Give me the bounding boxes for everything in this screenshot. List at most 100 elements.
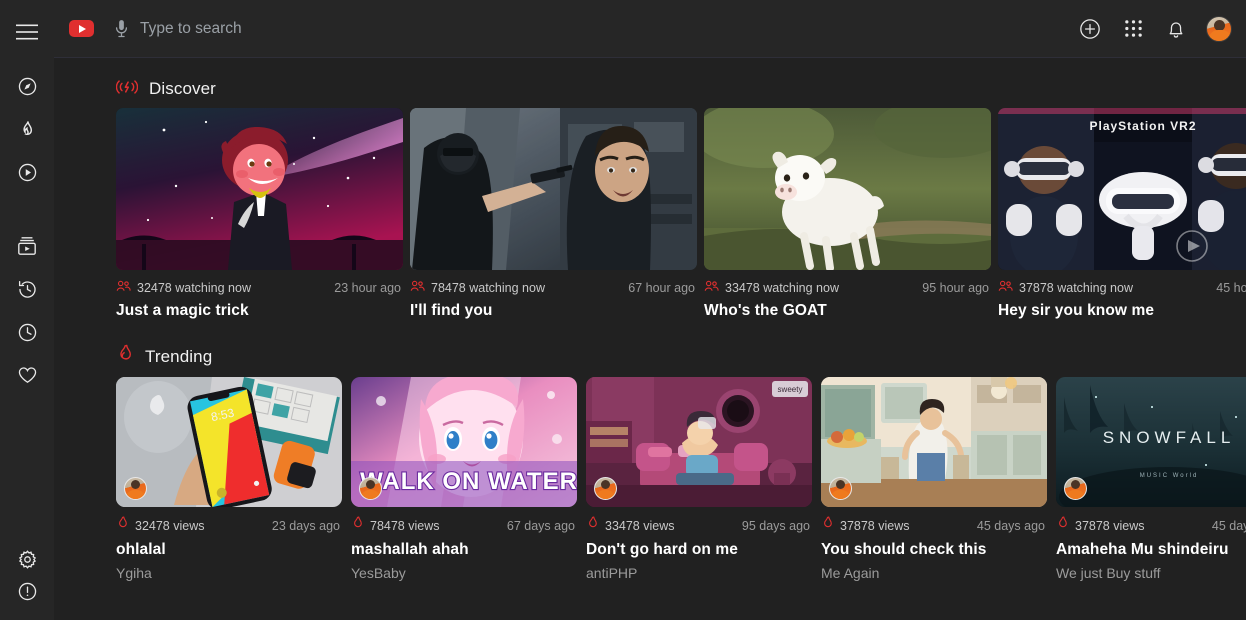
trending-card-channel[interactable]: We just Buy stuff	[1056, 565, 1246, 581]
microphone-icon[interactable]	[110, 17, 132, 41]
header-actions	[1077, 15, 1232, 42]
discover-card-meta: 32478 watching now 23 hour ago	[116, 279, 403, 297]
svg-text:WALK ON WATER: WALK ON WATER	[360, 468, 577, 495]
trending-card-views: 78478 views	[370, 519, 440, 533]
trending-card-title[interactable]: Don't go hard on me	[586, 541, 812, 559]
people-icon	[410, 279, 425, 297]
trending-card[interactable]: SNOWFALL MUSIC World 37878 views 45 da A…	[1056, 377, 1246, 581]
bell-icon[interactable]	[1163, 16, 1189, 42]
play-circle-icon	[17, 162, 38, 183]
trending-card-views: 33478 views	[605, 519, 675, 533]
discover-card-time: 67 hour ago	[628, 281, 695, 295]
heart-icon	[17, 365, 38, 385]
flame-icon	[116, 516, 129, 536]
trending-card[interactable]: 37878 views 45 days ago You should check…	[821, 377, 1047, 581]
discover-card-title[interactable]: Hey sir you know me	[998, 302, 1246, 320]
discover-card-meta: 78478 watching now 67 hour ago	[410, 279, 697, 297]
trending-card-time: 45 days ago	[976, 519, 1045, 533]
trending-card[interactable]: WALK ON WATER 78478 views 67 days ago ma…	[351, 377, 577, 581]
hamburger-menu-icon	[16, 24, 38, 45]
search-input[interactable]	[140, 17, 560, 40]
sidebar-item-history[interactable]	[0, 273, 54, 305]
discover-card-title[interactable]: I'll find you	[410, 302, 697, 320]
avatar[interactable]	[1206, 15, 1232, 42]
trending-card-meta: 78478 views 67 days ago	[351, 516, 577, 536]
trending-card-time: 23 days ago	[271, 519, 340, 533]
main-content[interactable]: Discover 32478 watching now 23 hour ago …	[54, 58, 1246, 620]
youtube-logo-icon[interactable]	[66, 18, 96, 40]
channel-avatar[interactable]	[1064, 477, 1087, 500]
flame-icon	[586, 516, 599, 536]
discover-card[interactable]: 33478 watching now 95 hour ago Who's the…	[704, 108, 991, 320]
app-root: Discover	[0, 0, 1246, 620]
trending-card-time: 45 days ago	[1211, 519, 1246, 533]
discover-thumbnail[interactable]	[116, 108, 403, 270]
sidebar-item-settings[interactable]	[0, 543, 54, 575]
discover-thumbnail[interactable]	[704, 108, 991, 270]
trending-card-channel[interactable]: YesBaby	[351, 565, 577, 581]
discover-thumbnail[interactable]	[410, 108, 697, 270]
svg-text:PlayStation VR2: PlayStation VR2	[1089, 119, 1196, 133]
trending-thumbnail[interactable]	[821, 377, 1047, 507]
gear-icon	[17, 549, 38, 570]
sidebar-item-trending[interactable]	[0, 113, 54, 145]
trending-row: 8:53 32478 views 23 days ago ohlalal Ygi…	[116, 377, 1246, 581]
channel-avatar[interactable]	[594, 477, 617, 500]
search-bar	[110, 17, 1077, 41]
sidebar-item-explore[interactable]	[0, 70, 54, 102]
exclamation-circle-icon	[17, 581, 38, 602]
channel-avatar[interactable]	[829, 477, 852, 500]
trending-card-meta: 32478 views 23 days ago	[116, 516, 342, 536]
sidebar-item-liked[interactable]	[0, 359, 54, 391]
discover-card[interactable]: PlayStation VR2 37878 watching now 45 ho…	[998, 108, 1246, 320]
trending-card-title[interactable]: You should check this	[821, 541, 1047, 559]
trending-card[interactable]: 8:53 32478 views 23 days ago ohlalal Ygi…	[116, 377, 342, 581]
discover-card[interactable]: 78478 watching now 67 hour ago I'll find…	[410, 108, 697, 320]
flame-icon	[18, 118, 37, 140]
svg-text:sweety: sweety	[778, 385, 803, 394]
people-icon	[998, 279, 1013, 297]
trending-card-title[interactable]: Amaheha Mu shindeiru	[1056, 541, 1246, 559]
svg-text:SNOWFALL: SNOWFALL	[1103, 428, 1236, 447]
trending-card[interactable]: sweety 33478 views 95 days ago Don't go …	[586, 377, 812, 581]
discover-thumbnail[interactable]: PlayStation VR2	[998, 108, 1246, 270]
discover-card-meta: 37878 watching now 45 hour ago	[998, 279, 1246, 297]
discover-card-views: 33478 watching now	[725, 281, 839, 295]
people-icon	[116, 279, 131, 297]
sidebar-item-shorts[interactable]	[0, 156, 54, 188]
trending-thumbnail[interactable]: WALK ON WATER	[351, 377, 577, 507]
trending-card-title[interactable]: ohlalal	[116, 541, 342, 559]
sidebar-item-library[interactable]	[0, 230, 54, 262]
svg-text:MUSIC World: MUSIC World	[1140, 473, 1199, 479]
right-column: Discover	[54, 0, 1246, 620]
trending-title: Trending	[145, 347, 213, 366]
trending-card-views: 37878 views	[840, 519, 910, 533]
discover-card-views: 78478 watching now	[431, 281, 545, 295]
trending-card-title[interactable]: mashallah ahah	[351, 541, 577, 559]
trending-card-channel[interactable]: antiPHP	[586, 565, 812, 581]
sidebar	[0, 0, 54, 620]
compass-icon	[17, 76, 38, 97]
discover-card-time: 95 hour ago	[922, 281, 989, 295]
flame-icon	[116, 344, 134, 370]
sidebar-item-watch-later[interactable]	[0, 316, 54, 348]
plus-circle-icon[interactable]	[1077, 16, 1103, 42]
trending-card-channel[interactable]: Me Again	[821, 565, 1047, 581]
trending-card-time: 67 days ago	[506, 519, 575, 533]
trending-thumbnail[interactable]: SNOWFALL MUSIC World	[1056, 377, 1246, 507]
channel-avatar[interactable]	[359, 477, 382, 500]
channel-avatar[interactable]	[124, 477, 147, 500]
top-header	[54, 0, 1246, 58]
trending-thumbnail[interactable]: 8:53	[116, 377, 342, 507]
trending-card-channel[interactable]: Ygiha	[116, 565, 342, 581]
trending-thumbnail[interactable]: sweety	[586, 377, 812, 507]
flame-icon	[821, 516, 834, 536]
hamburger-menu-button[interactable]	[0, 8, 54, 60]
sidebar-item-help[interactable]	[0, 582, 54, 620]
discover-card-title[interactable]: Who's the GOAT	[704, 302, 991, 320]
apps-grid-icon[interactable]	[1120, 16, 1146, 42]
discover-card-title[interactable]: Just a magic trick	[116, 302, 403, 320]
live-broadcast-icon	[115, 78, 139, 101]
discover-card[interactable]: 32478 watching now 23 hour ago Just a ma…	[116, 108, 403, 320]
discover-title: Discover	[149, 79, 216, 98]
